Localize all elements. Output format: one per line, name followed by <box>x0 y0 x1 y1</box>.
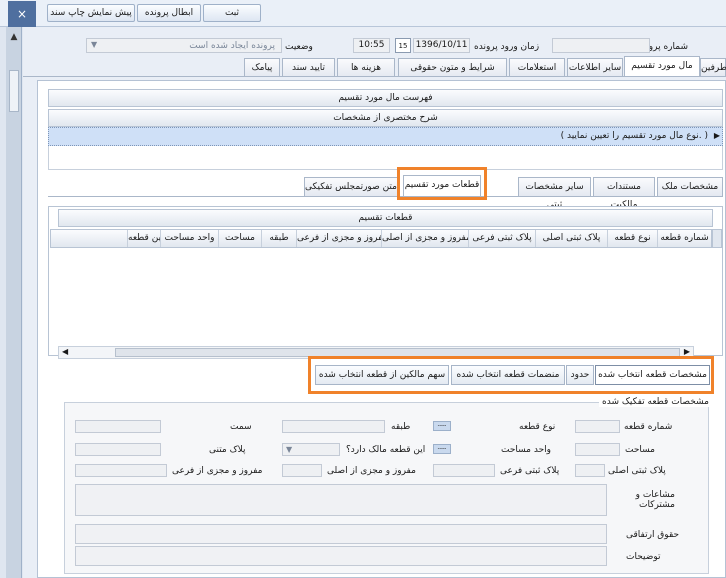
grid-column-header[interactable]: طبقه <box>261 230 296 247</box>
grid-column-header[interactable]: آیا این قطعه <box>127 230 160 247</box>
property-list-header: شرح مختصری از مشخصات <box>48 109 723 127</box>
easement-textarea[interactable] <box>75 524 607 544</box>
grid-column-header[interactable]: پلاک ثبتی اصلی <box>535 230 607 247</box>
part-number-field[interactable] <box>575 420 620 433</box>
owner-question-dropdown[interactable]: ▼ <box>282 443 340 456</box>
from-sub-label: مفروز و مجزی از فرعی <box>172 466 263 476</box>
status-dropdown[interactable]: ▼ پرونده ایجاد شده است <box>86 38 282 53</box>
owner-question-label: این قطعه مالک دارد؟ <box>346 445 426 455</box>
chevron-down-icon: ▼ <box>286 445 293 454</box>
chevron-down-icon: ▼ <box>91 40 98 49</box>
property-list-title: فهرست مال مورد تقسیم <box>48 89 723 107</box>
subtab-2[interactable]: سایر مشخصات ثبتی <box>518 177 591 210</box>
subtab-4[interactable]: متن صورتمجلس تفکیکی <box>304 177 398 196</box>
tab-5[interactable]: هزینه ها <box>337 58 395 77</box>
from-main-field[interactable] <box>282 464 322 477</box>
tab-3[interactable]: استعلامات <box>509 58 565 77</box>
parts-grid-title: قطعات تقسیم <box>58 209 713 227</box>
grid-column-header[interactable]: واحد مساحت <box>160 230 218 247</box>
plaque-text-field[interactable] <box>75 443 161 456</box>
area-label: مساحت <box>625 445 655 455</box>
floor-field[interactable] <box>282 420 385 433</box>
cancel-case-button[interactable]: ابطال پرونده <box>137 4 201 22</box>
header-end-cap <box>712 229 722 248</box>
grid-column-header[interactable]: مفروز و مجزی از اصلی <box>381 230 468 247</box>
area-unit-picker-icon[interactable]: ---- <box>433 444 451 454</box>
part-detail-title: مشخصات قطعه تفکیک شده <box>599 397 712 407</box>
property-list-column: شرح مختصری از مشخصات <box>333 113 438 123</box>
subtab-0[interactable]: مشخصات ملک <box>657 177 723 196</box>
property-row-text: ( نوع مال مورد تقسیم را تعیین نمایید. ) <box>560 131 708 141</box>
grid-column-header[interactable]: مفروز و مجزی از فرعی <box>296 230 381 247</box>
side-scroll-thumb[interactable] <box>9 70 19 112</box>
register-button[interactable]: ثبت <box>203 4 261 22</box>
direction-field[interactable] <box>75 420 161 433</box>
status-value: پرونده ایجاد شده است <box>189 41 275 51</box>
status-label: وضعیت <box>285 42 313 52</box>
entry-time-field[interactable]: 10:55 <box>353 38 390 53</box>
owners-share-button[interactable]: سهم مالکین از قطعه انتخاب شده <box>315 365 449 385</box>
parts-grid-header: شماره قطعه نوع قطعه پلاک ثبتی اصلی پلاک ثبت… <box>50 229 712 248</box>
part-type-label: نوع قطعه <box>519 422 556 432</box>
scroll-right-icon[interactable]: ▶ <box>684 347 690 356</box>
highlight-parts-tab <box>397 167 487 200</box>
close-icon[interactable]: × <box>8 1 36 27</box>
notes-label: توضیحات <box>626 552 661 562</box>
tab-2[interactable]: سایر اطلاعات <box>567 58 623 77</box>
area-field[interactable] <box>575 443 620 456</box>
subtab-divider <box>48 196 723 197</box>
calendar-icon[interactable]: 15 <box>395 38 411 53</box>
selected-part-annexes-button[interactable]: منضمات قطعه انتخاب شده <box>451 365 565 385</box>
part-number-label: شماره قطعه <box>624 422 673 432</box>
from-main-label: مفروز و مجزی از اصلی <box>327 466 416 476</box>
notes-textarea[interactable] <box>75 546 607 566</box>
main-plaque-field[interactable] <box>575 464 605 477</box>
area-unit-label: واحد مساحت <box>501 445 551 455</box>
selected-part-details-button[interactable]: مشخصات قطعه انتخاب شده <box>595 365 710 385</box>
plaque-text-label: پلاک متنی <box>209 445 246 455</box>
grid-column-header[interactable]: شماره قطعه <box>657 230 711 247</box>
scroll-left-icon[interactable]: ◀ <box>62 347 68 356</box>
floor-label: طبقه <box>391 422 411 432</box>
tab-7[interactable]: پیامک <box>244 58 280 77</box>
property-list-row[interactable]: ( نوع مال مورد تقسیم را تعیین نمایید. ) … <box>48 127 723 146</box>
part-type-picker-icon[interactable]: ---- <box>433 421 451 431</box>
row-pointer-icon: ▶ <box>713 131 720 140</box>
sub-plaque-label: پلاک ثبتی فرعی <box>500 466 560 476</box>
tab-1[interactable]: مال مورد تقسیم <box>624 56 700 77</box>
main-plaque-label: پلاک ثبتی اصلی <box>608 466 666 476</box>
tab-4[interactable]: شرایط و متون حقوقی <box>398 58 507 77</box>
entry-time-label: زمان ورود پرونده <box>474 42 540 52</box>
property-list-body <box>48 146 723 170</box>
grid-column-header[interactable]: مساحت <box>218 230 261 247</box>
subtab-1[interactable]: مستندات مالکیت <box>593 177 655 210</box>
case-number-field[interactable] <box>552 38 650 53</box>
tab-6[interactable]: تایید سند <box>282 58 335 77</box>
tab-0[interactable]: طرفین <box>700 58 726 77</box>
entry-date-field[interactable]: 1396/10/11 <box>413 38 470 53</box>
grid-column-header[interactable]: نوع قطعه <box>607 230 657 247</box>
print-preview-button[interactable]: پیش نمایش چاپ سند <box>47 4 135 22</box>
boundaries-button[interactable]: حدود <box>566 365 594 385</box>
tab-divider <box>23 76 726 77</box>
grid-column-header[interactable]: پلاک ثبتی فرعی <box>468 230 535 247</box>
easement-label: حقوق ارتفاقی <box>626 530 680 540</box>
scroll-up-icon[interactable]: ▲ <box>8 32 20 44</box>
shared-label: مشاعات و مشترکات <box>635 490 675 510</box>
from-sub-field[interactable] <box>75 464 167 477</box>
shared-textarea[interactable] <box>75 484 607 516</box>
sub-plaque-field[interactable] <box>433 464 495 477</box>
direction-label: سمت <box>230 422 252 432</box>
